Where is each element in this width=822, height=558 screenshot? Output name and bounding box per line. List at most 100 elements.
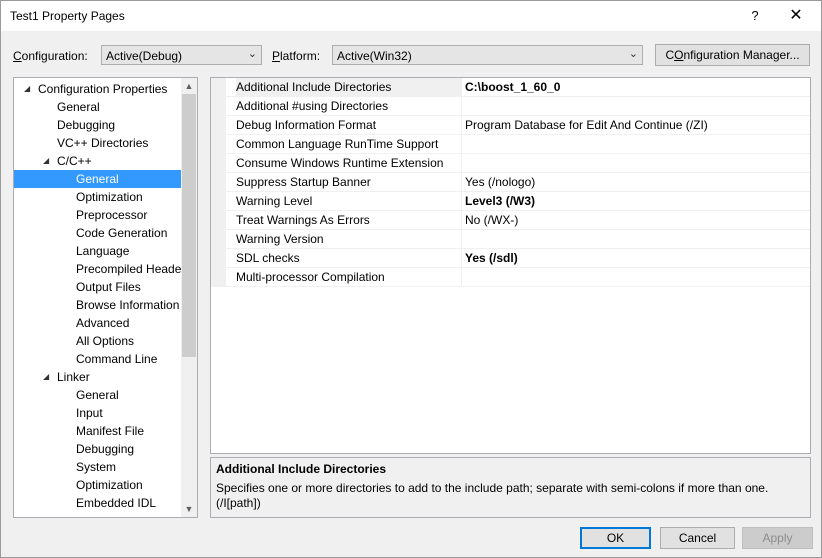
- close-button[interactable]: ✕: [783, 5, 809, 27]
- column-divider: [461, 154, 462, 173]
- property-value[interactable]: C:\boost_1_60_0: [465, 78, 810, 97]
- tree-item-label: Precompiled Heade: [76, 262, 181, 276]
- row-margin: [211, 116, 226, 135]
- expanded-arrow-icon[interactable]: ◢: [24, 80, 30, 98]
- tree-item[interactable]: ◢ Configuration Properties: [14, 80, 181, 98]
- tree-item[interactable]: Command Line: [14, 350, 181, 368]
- tree-item[interactable]: Browse Information: [14, 296, 181, 314]
- property-value[interactable]: [465, 268, 810, 287]
- tree-item[interactable]: Precompiled Heade: [14, 260, 181, 278]
- property-value[interactable]: [465, 135, 810, 154]
- tree-item[interactable]: All Options: [14, 332, 181, 350]
- tree-item[interactable]: Embedded IDL: [14, 494, 181, 512]
- property-name: Suppress Startup Banner: [236, 175, 371, 189]
- tree-item[interactable]: ◢ Linker: [14, 368, 181, 386]
- property-value[interactable]: Level3 (/W3): [465, 192, 810, 211]
- configuration-dropdown[interactable]: Active(Debug) ⌄: [101, 45, 262, 65]
- tree-item[interactable]: System: [14, 458, 181, 476]
- tree-item[interactable]: Language: [14, 242, 181, 260]
- tree-item[interactable]: VC++ Directories: [14, 134, 181, 152]
- tree-item[interactable]: Input: [14, 404, 181, 422]
- property-row[interactable]: Warning Level Level3 (/W3): [211, 192, 810, 211]
- property-row[interactable]: SDL checks Yes (/sdl): [211, 249, 810, 268]
- help-button[interactable]: ?: [745, 5, 765, 27]
- row-margin: [211, 230, 226, 249]
- property-tree[interactable]: ◢ Configuration Properties General Debuggin…: [13, 77, 198, 518]
- tree-item[interactable]: General: [14, 98, 181, 116]
- tree-item[interactable]: Optimization: [14, 188, 181, 206]
- description-text: Specifies one or more directories to add…: [216, 481, 769, 510]
- column-divider: [461, 249, 462, 268]
- tree-item-label: Embedded IDL: [76, 496, 157, 510]
- property-name: Debug Information Format: [236, 118, 377, 132]
- tree-item[interactable]: ◢ C/C++: [14, 152, 181, 170]
- tree-item-label: Code Generation: [76, 226, 168, 240]
- tree-item-label: VC++ Directories: [57, 136, 149, 150]
- property-row[interactable]: Debug Information Format Program Database…: [211, 116, 810, 135]
- property-row[interactable]: Suppress Startup Banner Yes (/nologo): [211, 173, 810, 192]
- tree-item-label: Optimization: [76, 478, 143, 492]
- property-name: Multi-processor Compilation: [236, 270, 385, 284]
- tree-item-label: Debugging: [57, 118, 116, 132]
- configuration-label: Configuration:: [13, 49, 88, 63]
- property-value[interactable]: [465, 230, 810, 249]
- property-value[interactable]: Yes (/sdl): [465, 249, 810, 268]
- tree-item[interactable]: Optimization: [14, 476, 181, 494]
- property-value[interactable]: No (/WX-): [465, 211, 810, 230]
- tree-item-label: General: [76, 172, 119, 186]
- cancel-button[interactable]: Cancel: [660, 527, 735, 549]
- platform-label: Platform:: [272, 49, 321, 63]
- scroll-up-arrow-icon[interactable]: ▲: [181, 78, 197, 94]
- tree-item[interactable]: Preprocessor: [14, 206, 181, 224]
- property-value[interactable]: [465, 154, 810, 173]
- tree-item[interactable]: Manifest File: [14, 422, 181, 440]
- tree-item[interactable]: Advanced: [14, 314, 181, 332]
- tree-scrollbar[interactable]: ▲ ▼: [181, 78, 197, 517]
- apply-button[interactable]: Apply: [742, 527, 813, 549]
- scroll-thumb[interactable]: [182, 94, 196, 357]
- tree-item[interactable]: Debugging: [14, 440, 181, 458]
- tree-items: ◢ Configuration Properties General Debuggin…: [14, 80, 181, 517]
- scroll-down-arrow-icon[interactable]: ▼: [181, 501, 197, 517]
- column-divider: [461, 116, 462, 135]
- expanded-arrow-icon[interactable]: ◢: [43, 368, 49, 386]
- chevron-down-icon: ⌄: [628, 48, 638, 60]
- property-row[interactable]: Treat Warnings As Errors No (/WX-): [211, 211, 810, 230]
- property-row[interactable]: Common Language RunTime Support: [211, 135, 810, 154]
- expanded-arrow-icon[interactable]: ◢: [43, 152, 49, 170]
- property-row[interactable]: Multi-processor Compilation: [211, 268, 810, 287]
- property-name: Common Language RunTime Support: [236, 137, 439, 151]
- property-name: SDL checks: [236, 251, 300, 265]
- column-divider: [461, 192, 462, 211]
- tree-item-label: All Options: [76, 334, 135, 348]
- tree-item-label: Output Files: [76, 280, 141, 294]
- column-divider: [461, 78, 462, 97]
- window-title: Test1 Property Pages: [10, 9, 125, 23]
- row-margin: [211, 135, 226, 154]
- property-value[interactable]: Program Database for Edit And Continue (…: [465, 116, 810, 135]
- configuration-value: Active(Debug): [106, 49, 183, 63]
- tree-item[interactable]: Debugging: [14, 116, 181, 134]
- property-value[interactable]: Yes (/nologo): [465, 173, 810, 192]
- property-value[interactable]: [465, 97, 810, 116]
- property-row[interactable]: Warning Version: [211, 230, 810, 249]
- tree-item[interactable]: General: [14, 170, 181, 188]
- ok-button[interactable]: OK: [580, 527, 651, 549]
- property-row[interactable]: Additional #using Directories: [211, 97, 810, 116]
- tree-item[interactable]: Output Files: [14, 278, 181, 296]
- row-margin: [211, 154, 226, 173]
- property-row[interactable]: Additional Include Directories C:\boost_1…: [211, 78, 810, 97]
- tree-item-label: C/C++: [57, 154, 92, 168]
- property-grid[interactable]: Additional Include Directories C:\boost_1…: [210, 77, 811, 454]
- tree-item-label: System: [76, 460, 117, 474]
- tree-item-label: Command Line: [76, 352, 158, 366]
- property-row[interactable]: Consume Windows Runtime Extension: [211, 154, 810, 173]
- tree-item[interactable]: Code Generation: [14, 224, 181, 242]
- row-divider: [226, 286, 810, 287]
- tree-item-label: Preprocessor: [76, 208, 148, 222]
- platform-dropdown[interactable]: Active(Win32) ⌄: [332, 45, 643, 65]
- tree-item-label: Browse Information: [76, 298, 180, 312]
- tree-item[interactable]: General: [14, 386, 181, 404]
- column-divider: [461, 173, 462, 192]
- configuration-manager-button[interactable]: COnfiguration Manager...: [655, 44, 810, 66]
